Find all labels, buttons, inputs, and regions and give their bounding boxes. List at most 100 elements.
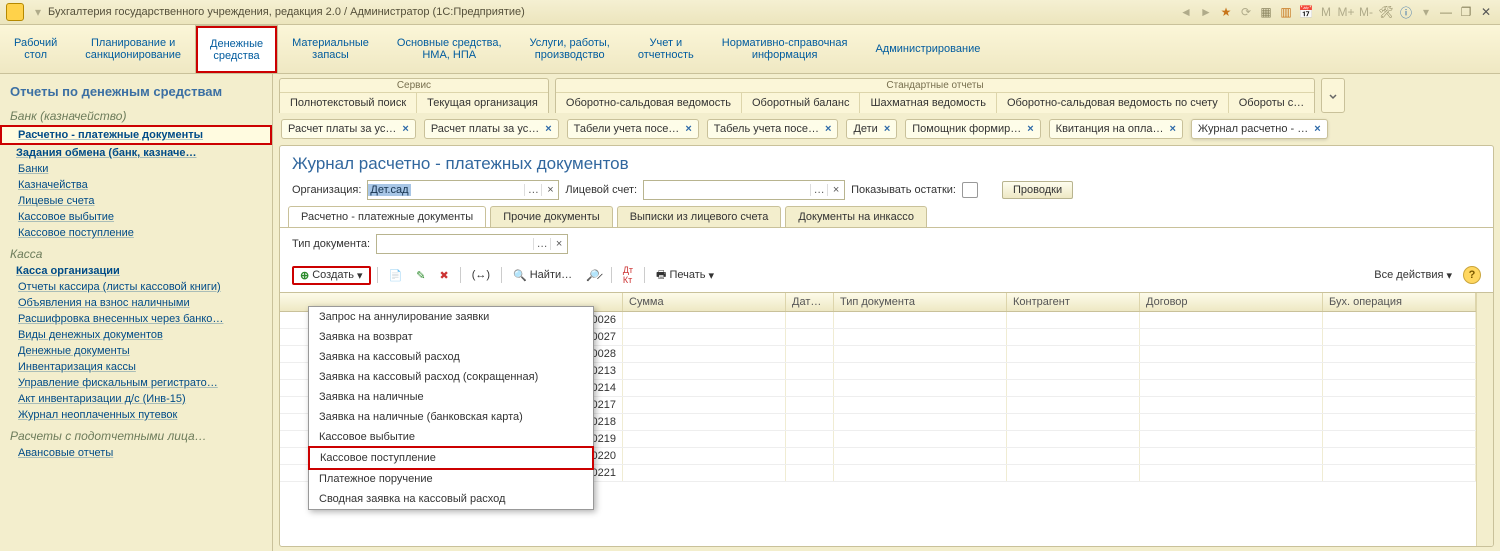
sidebar-item[interactable]: Денежные документы [0,343,272,359]
column-header[interactable]: Договор [1140,293,1323,311]
nav-back-icon[interactable]: ◄ [1178,4,1194,20]
window-tab[interactable]: Расчет платы за ус…× [424,119,559,139]
tab-close-icon[interactable]: × [685,123,691,135]
subtab[interactable]: Расчетно - платежные документы [288,206,486,227]
dropdown-item[interactable]: Заявка на кассовый расход [309,347,593,367]
favorite-icon[interactable]: ★ [1218,4,1234,20]
window-tab[interactable]: Дети× [846,119,897,139]
dropdown-icon[interactable]: ▾ [30,4,46,20]
tool-icon[interactable]: 🛠 [1378,4,1394,20]
section-tab[interactable]: Материальныезапасы [278,25,383,73]
acc-clear-icon[interactable]: × [827,184,844,196]
toolbar-icon-1[interactable]: ▦ [1258,4,1274,20]
copy-button[interactable]: 📄 [384,266,408,285]
dropdown-item[interactable]: Заявка на кассовый расход (сокращенная) [309,367,593,387]
dropdown-item[interactable]: Заявка на наличные [309,387,593,407]
acc-field[interactable] [644,182,810,198]
window-tab[interactable]: Помощник формир…× [905,119,1040,139]
sidebar-item[interactable]: Управление фискальным регистрато… [0,375,272,391]
print-button[interactable]: 🖶 Печать ▾ [651,263,719,288]
service-item[interactable]: Шахматная ведомость [860,93,996,113]
create-button[interactable]: ⊕Создать▾ [292,266,371,285]
sidebar-item[interactable]: Акт инвентаризации д/с (Инв-15) [0,391,272,407]
sidebar-item[interactable]: Касса организации [0,263,272,279]
sidebar-item[interactable]: Отчеты кассира (листы кассовой книги) [0,279,272,295]
dt-button[interactable]: ДтКт [618,262,638,288]
tab-close-icon[interactable]: × [1027,123,1033,135]
section-tab[interactable]: Основные средства,НМА, НПА [383,25,516,73]
org-select-icon[interactable]: … [524,184,541,196]
subtab[interactable]: Прочие документы [490,206,613,227]
section-tab[interactable]: Нормативно-справочнаяинформация [708,25,862,73]
doctype-input[interactable]: … × [376,234,568,254]
section-tab[interactable]: Администрирование [861,25,994,73]
edit-button[interactable]: ✎ [411,266,430,285]
service-item[interactable]: Полнотекстовый поиск [280,93,417,113]
subtab[interactable]: Выписки из лицевого счета [617,206,782,227]
section-tab[interactable]: Услуги, работы,производство [516,25,624,73]
section-tab[interactable]: Денежныесредства [195,25,278,73]
sidebar-item[interactable]: Расчетно - платежные документы [0,125,272,145]
column-header[interactable]: Бух. операция [1323,293,1476,311]
subtab[interactable]: Документы на инкассо [785,206,927,227]
sidebar-item[interactable]: Кассовое поступление [0,225,272,241]
service-item[interactable]: Оборотный баланс [742,93,860,113]
section-tab[interactable]: Планирование исанкционирование [71,25,195,73]
tab-close-icon[interactable]: × [545,123,551,135]
help-icon[interactable]: ? [1463,266,1481,284]
section-tab[interactable]: Рабочийстол [0,25,71,73]
maximize-icon[interactable]: ❐ [1458,4,1474,20]
show-balance-checkbox[interactable] [962,182,978,198]
acc-input[interactable]: … × [643,180,845,200]
dropdown-item[interactable]: Запрос на аннулирование заявки [309,307,593,327]
section-tab[interactable]: Учет иотчетность [624,25,708,73]
service-item[interactable]: Оборотно-сальдовая ведомость по счету [997,93,1229,113]
m-plus-icon[interactable]: M+ [1338,4,1354,20]
postings-button[interactable]: Проводки [1002,181,1073,199]
sidebar-item[interactable]: Кассовое выбытие [0,209,272,225]
sidebar-item[interactable]: Задания обмена (банк, казначе… [0,145,272,161]
window-tab[interactable]: Табели учета посе…× [567,119,699,139]
tab-close-icon[interactable]: × [884,123,890,135]
doctype-select-icon[interactable]: … [533,238,550,250]
service-item[interactable]: Обороты с… [1229,93,1314,113]
column-header[interactable]: Дат… [786,293,834,311]
delete-button[interactable]: ✖ [434,266,453,285]
dropdown-item[interactable]: Кассовое поступление [308,446,594,470]
refresh-button[interactable]: (↔) [467,266,495,284]
find-clear-button[interactable]: 🔎̷ [581,266,605,285]
sidebar-item[interactable]: Авансовые отчеты [0,445,272,461]
sidebar-item[interactable]: Казначейства [0,177,272,193]
sidebar-item[interactable]: Лицевые счета [0,193,272,209]
sidebar-item[interactable]: Объявления на взнос наличными [0,295,272,311]
tab-close-icon[interactable]: × [1314,123,1320,135]
window-tab[interactable]: Расчет платы за ус…× [281,119,416,139]
scrollbar[interactable] [1476,293,1493,546]
column-header[interactable]: Тип документа [834,293,1007,311]
window-tab[interactable]: Журнал расчетно - …× [1191,119,1328,139]
m-icon[interactable]: M [1318,4,1334,20]
dropdown-item[interactable]: Сводная заявка на кассовый расход [309,489,593,509]
dropdown-item[interactable]: Заявка на наличные (банковская карта) [309,407,593,427]
dropdown-item[interactable]: Платежное поручение [309,469,593,489]
sidebar-item[interactable]: Инвентаризация кассы [0,359,272,375]
close-icon[interactable]: ✕ [1478,4,1494,20]
sidebar-item[interactable]: Расшифровка внесенных через банко… [0,311,272,327]
nav-fwd-icon[interactable]: ► [1198,4,1214,20]
acc-select-icon[interactable]: … [810,184,827,196]
minimize-icon[interactable]: — [1438,4,1454,20]
dropdown-item[interactable]: Заявка на возврат [309,327,593,347]
all-actions-button[interactable]: Все действия ▾ [1369,266,1457,285]
info-icon[interactable]: ⓘ [1398,4,1414,20]
tab-close-icon[interactable]: × [825,123,831,135]
org-input[interactable]: Дет.сад … × [367,180,559,200]
doctype-clear-icon[interactable]: × [550,238,567,250]
sidebar-item[interactable]: Журнал неоплаченных путевок [0,407,272,423]
column-header[interactable]: Сумма [623,293,786,311]
tab-close-icon[interactable]: × [402,123,408,135]
window-tab[interactable]: Табель учета посе…× [707,119,839,139]
find-button[interactable]: 🔍Найти… [508,266,577,285]
service-more-button[interactable] [1321,78,1345,113]
history-icon[interactable]: ⟳ [1238,4,1254,20]
service-item[interactable]: Текущая организация [417,93,548,113]
